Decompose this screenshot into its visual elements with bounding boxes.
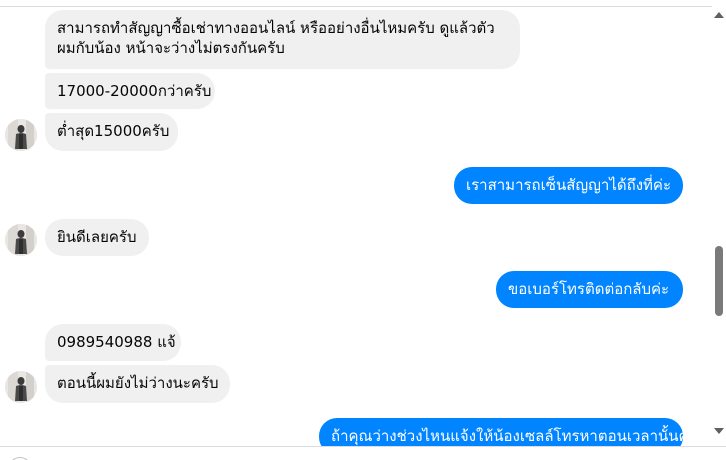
message-text: เราสามารถเซ็นสัญญาได้ถึงที่ค่ะ [466, 176, 672, 194]
message-text: ผมกับน้อง หน้าจะว่างไม่ตรงกันครับ [57, 39, 285, 57]
scrollbar-thumb[interactable] [715, 246, 723, 316]
message-text: ตอนนี้ผมยังไม่ว่างนะครับ [57, 374, 219, 392]
message-text: ขอเบอร์โทรติดต่อกลับค่ะ [508, 280, 670, 298]
avatar-icon [5, 371, 37, 403]
avatar[interactable] [5, 119, 37, 151]
message-text: สามารถทำสัญญาซื้อเช่าทางออนไลน์ หรืออย่า… [57, 19, 495, 37]
message-text: 0989540988 แจ้ [57, 333, 176, 351]
incoming-message[interactable]: ตอนนี้ผมยังไม่ว่างนะครับ [45, 365, 230, 403]
scrollbar[interactable] [712, 6, 726, 440]
message-text: 17000-20000กว่าครับ [57, 82, 212, 100]
message-text: ยินดีเลยครับ [57, 228, 137, 246]
message-text: ต่ำสุด15000ครับ [57, 122, 170, 140]
avatar[interactable] [5, 224, 37, 256]
avatar[interactable] [5, 371, 37, 403]
incoming-message[interactable]: สามารถทำสัญญาซื้อเช่าทางออนไลน์ หรืออย่า… [45, 10, 520, 69]
incoming-message[interactable]: 0989540988 แจ้ [45, 324, 181, 361]
avatar-icon [5, 119, 37, 151]
avatar-icon [5, 224, 37, 256]
chevron-down-icon[interactable] [714, 428, 724, 434]
top-divider [0, 0, 726, 7]
chevron-up-icon[interactable] [714, 12, 724, 18]
chat-window: สามารถทำสัญญาซื้อเช่าทางออนไลน์ หรืออย่า… [0, 0, 726, 460]
outgoing-message[interactable]: ขอเบอร์โทรติดต่อกลับค่ะ [496, 271, 683, 308]
outgoing-message[interactable]: เราสามารถเซ็นสัญญาได้ถึงที่ค่ะ [454, 167, 683, 204]
incoming-message[interactable]: ยินดีเลยครับ [45, 219, 149, 256]
incoming-message[interactable]: ต่ำสุด15000ครับ [45, 113, 178, 151]
composer-bar [0, 446, 726, 460]
message-text: ถ้าคุณว่างช่วงไหนแจ้งให้น้องเซลล์โทรหาตอ… [331, 427, 683, 445]
incoming-message[interactable]: 17000-20000กว่าครับ [45, 73, 215, 109]
